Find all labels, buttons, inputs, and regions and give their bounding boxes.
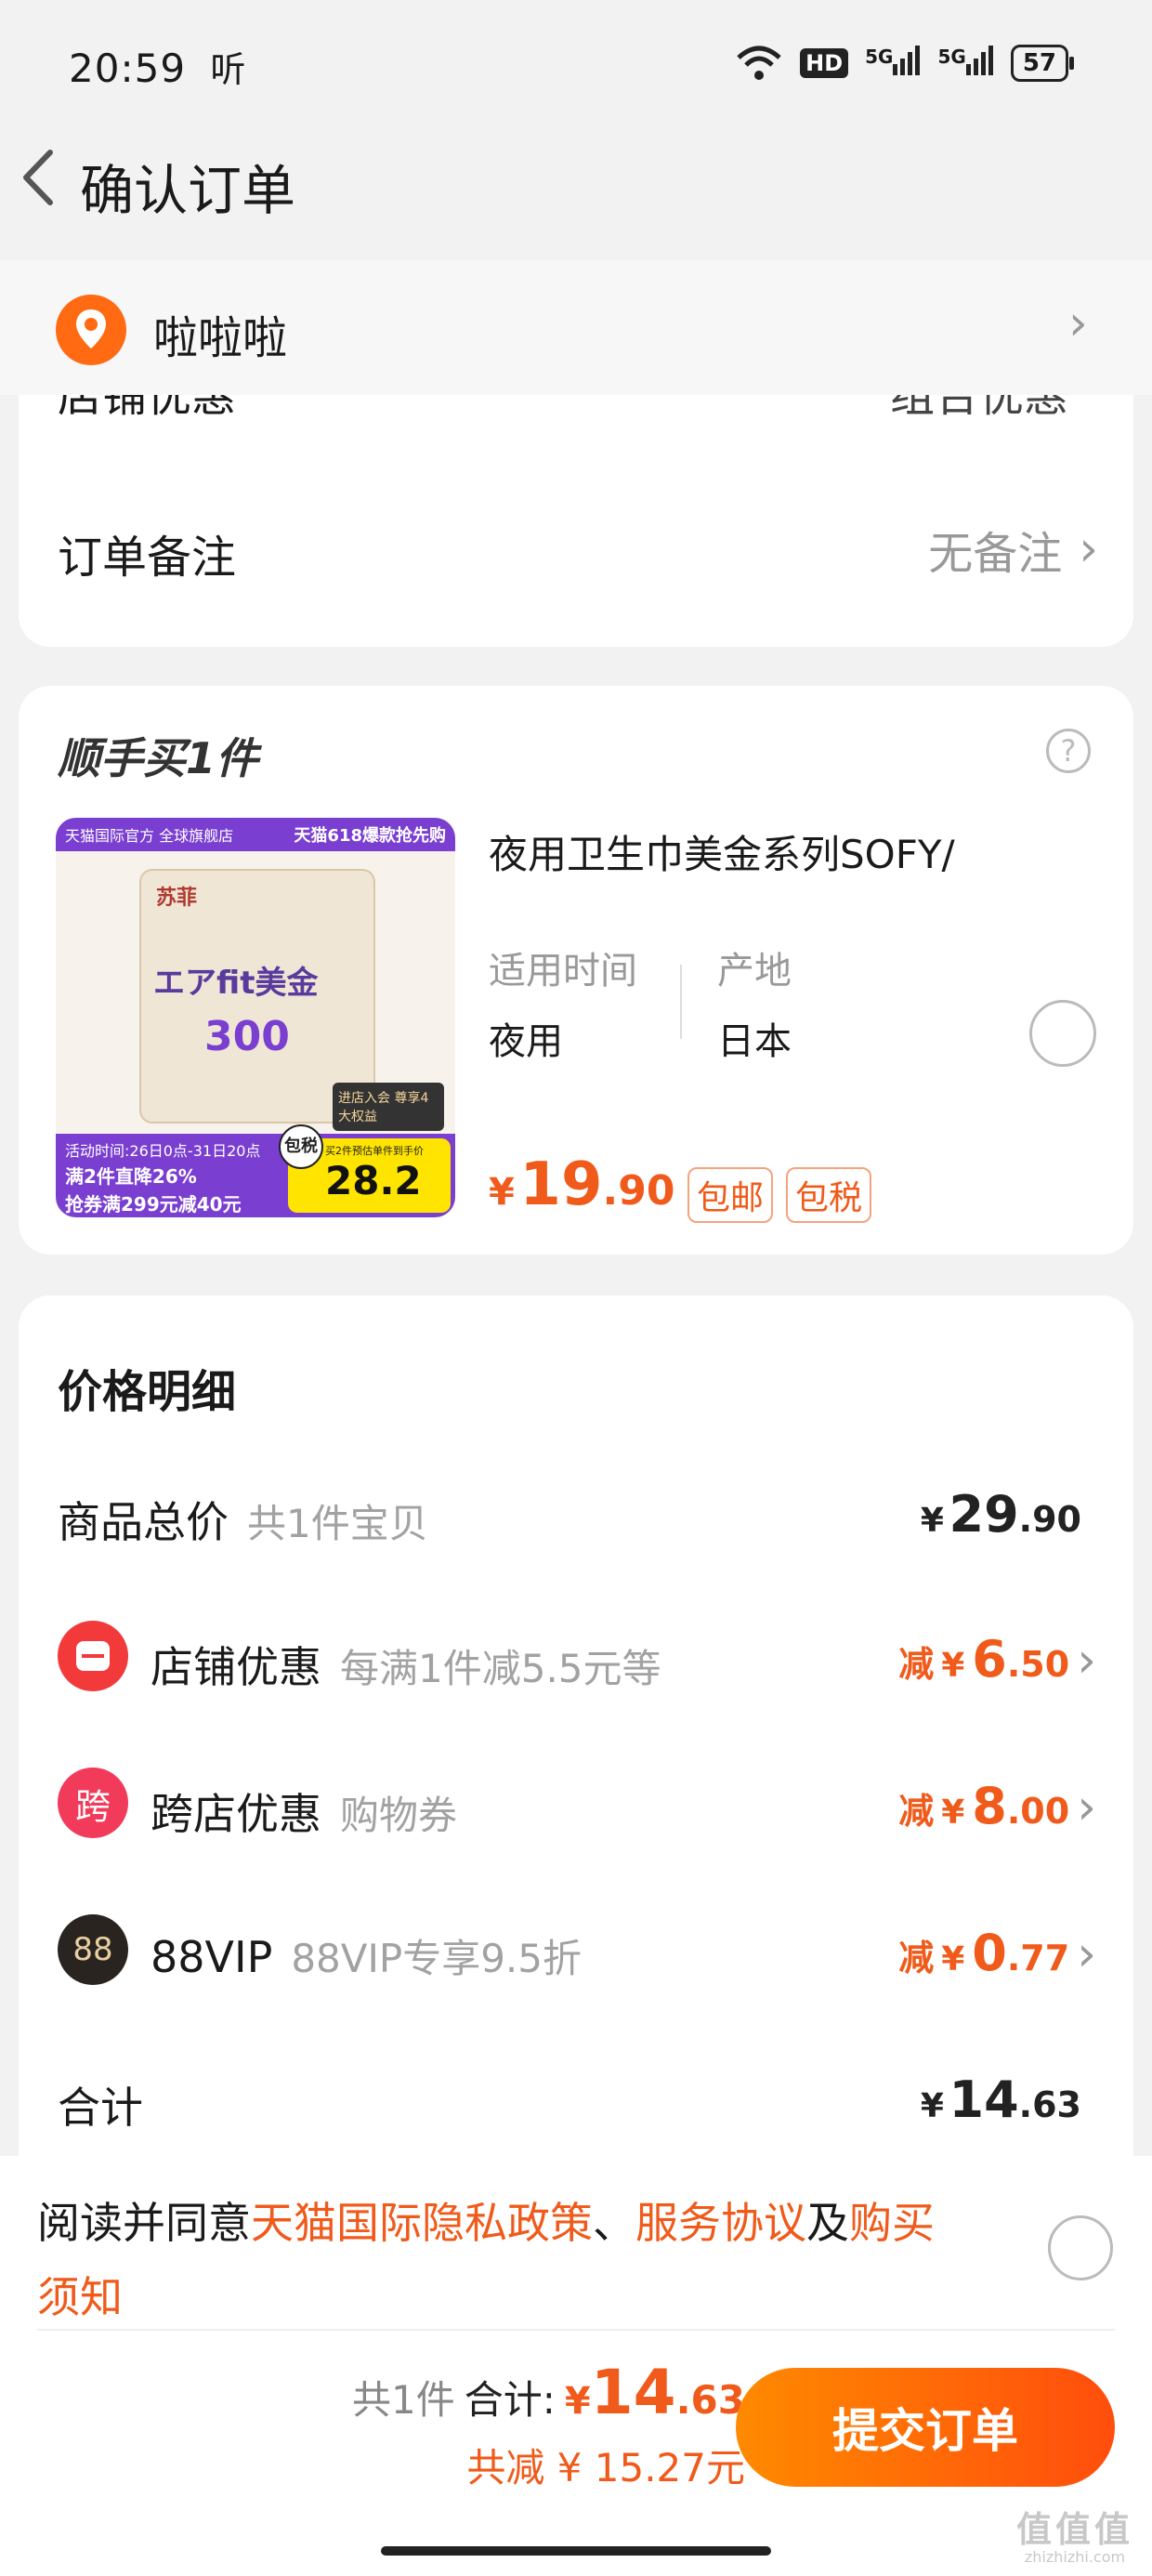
add-on-title: 顺手买1件 bbox=[58, 733, 259, 783]
attr1-value: 夜用 bbox=[489, 1020, 563, 1063]
add-on-price: ¥ 19.90 bbox=[489, 1150, 675, 1219]
back-arrow-icon[interactable] bbox=[13, 145, 69, 210]
add-on-card: 顺手买1件 ? 天猫国际官方 全球旗舰店 天猫618爆款抢先购 苏菲 エアfit… bbox=[19, 686, 1133, 1255]
cross-store-amount[interactable]: 减 ¥ 8.00 › bbox=[898, 1777, 1096, 1835]
img-banner-left: 天猫国际官方 全球旗舰店 bbox=[65, 827, 234, 845]
watermark: 值值值 zhizhizhi.com bbox=[1016, 2511, 1133, 2567]
img-badge: 包税 bbox=[279, 1124, 323, 1169]
submit-order-button[interactable]: 提交订单 bbox=[736, 2368, 1115, 2487]
img-product-name: エアfit美金 bbox=[153, 965, 319, 1002]
attr2-value: 日本 bbox=[717, 1020, 792, 1063]
img-promo3: 抢券满299元减40元 bbox=[65, 1193, 242, 1216]
vip88-amount[interactable]: 减 ¥ 0.77 › bbox=[898, 1924, 1096, 1982]
remark-row[interactable]: 无备注 › bbox=[928, 517, 1098, 582]
store-discount-icon bbox=[58, 1621, 128, 1691]
tax-included-tag: 包税 bbox=[786, 1167, 872, 1223]
chevron-right-icon: › bbox=[1077, 1633, 1096, 1689]
chevron-right-icon: › bbox=[1068, 296, 1088, 351]
add-on-select-radio[interactable] bbox=[1029, 1000, 1096, 1067]
location-pin-icon bbox=[56, 295, 126, 365]
agreement-checkbox[interactable] bbox=[1048, 2215, 1113, 2280]
wifi-icon bbox=[737, 46, 781, 80]
price-detail-card: 价格明细 商品总价 共1件宝贝 ¥ 29.90 店铺优惠 每满1件减5.5元等 … bbox=[19, 1295, 1133, 2188]
status-icons: HD 5G 5G 57 bbox=[735, 45, 1075, 82]
battery-icon: 57 bbox=[1010, 45, 1075, 82]
total-amount: ¥ 14.63 bbox=[920, 2070, 1081, 2129]
chevron-right-icon: › bbox=[1079, 521, 1098, 577]
watermark-logo: 值值值 bbox=[1015, 2509, 1133, 2550]
img-price: 28.2 bbox=[325, 1158, 422, 1203]
attr1-label: 适用时间 bbox=[489, 950, 637, 992]
img-badge-note: 买2件预估单件到手价 bbox=[325, 1145, 424, 1157]
img-promo2: 满2件直降26% bbox=[65, 1165, 197, 1188]
service-agreement-link[interactable]: 服务协议 bbox=[635, 2198, 806, 2248]
vip88-icon: 88 bbox=[58, 1914, 128, 1985]
img-number: 300 bbox=[204, 1013, 290, 1060]
attr2-label: 产地 bbox=[717, 950, 792, 992]
img-banner-right: 天猫618爆款抢先购 bbox=[294, 826, 446, 846]
img-gift: 进店入会 尊享4大权益 bbox=[333, 1083, 444, 1131]
total-label: 合计 bbox=[58, 2083, 143, 2133]
cross-store-icon: 跨 bbox=[58, 1768, 128, 1838]
hd-icon: HD bbox=[800, 48, 849, 78]
privacy-policy-link[interactable]: 天猫国际隐私政策 bbox=[251, 2198, 593, 2248]
signal-icon: 5G bbox=[865, 45, 921, 82]
chevron-right-icon: › bbox=[1077, 1780, 1096, 1835]
attr-divider bbox=[680, 965, 682, 1039]
free-shipping-tag: 包邮 bbox=[687, 1167, 774, 1223]
product-title[interactable]: 夜用卫生巾美金系列SOFY/ bbox=[489, 823, 955, 880]
price-detail-title: 价格明细 bbox=[58, 1366, 237, 1418]
page-title: 确认订单 bbox=[80, 159, 296, 222]
footer-divider bbox=[37, 2329, 1115, 2331]
goods-total-row: 商品总价 共1件宝贝 bbox=[58, 1497, 428, 1547]
signal-icon-2: 5G bbox=[937, 45, 993, 82]
img-promo1: 活动时间:26日0点-31日20点 bbox=[65, 1142, 261, 1160]
remark-label: 订单备注 bbox=[58, 532, 237, 584]
status-time: 20:59 听 bbox=[69, 46, 247, 91]
agreement-text: 阅读并同意天猫国际隐私政策、服务协议及购买 须知 bbox=[37, 2198, 935, 2322]
goods-total-amount: ¥ 29.90 bbox=[920, 1485, 1081, 1544]
footer-summary: 共1件 合计: ¥14.63 bbox=[352, 2357, 745, 2428]
watermark-url: zhizhizhi.com bbox=[1024, 2548, 1126, 2566]
remark-value: 无备注 bbox=[928, 528, 1063, 580]
help-icon[interactable]: ? bbox=[1046, 729, 1091, 773]
vip88-row[interactable]: 88VIP 88VIP专享9.5折 bbox=[151, 1927, 582, 1984]
cross-store-row[interactable]: 跨店优惠 购物券 bbox=[151, 1781, 457, 1842]
store-discount-amount[interactable]: 减 ¥ 6.50 › bbox=[898, 1630, 1096, 1689]
chevron-right-icon: › bbox=[1077, 1926, 1096, 1982]
product-image[interactable]: 天猫国际官方 全球旗舰店 天猫618爆款抢先购 苏菲 エアfit美金 300 进… bbox=[56, 818, 455, 1217]
store-discount-row[interactable]: 店铺优惠 每满1件减5.5元等 bbox=[151, 1634, 661, 1695]
home-indicator bbox=[381, 2546, 771, 2556]
img-brand: 苏菲 bbox=[156, 887, 198, 910]
address-name: 啦啦啦 bbox=[153, 312, 288, 364]
footer-saved: 共减 ¥ 15.27元 bbox=[466, 2445, 745, 2491]
